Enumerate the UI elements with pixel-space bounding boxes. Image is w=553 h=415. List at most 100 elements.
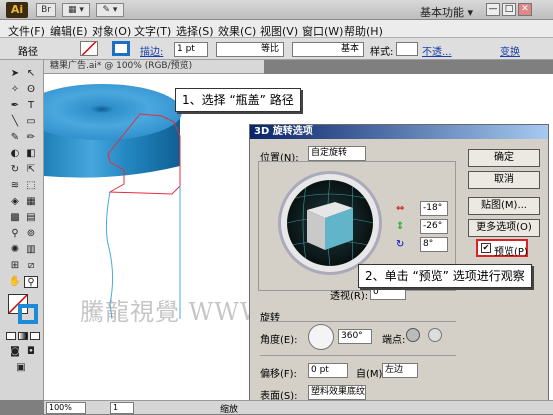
control-bar: 路径 描边: 1 pt 等比 基本 样式: 不透... 变换 xyxy=(0,38,553,60)
blend-tool-icon[interactable]: ⊚ xyxy=(24,228,38,240)
zoom-field[interactable]: 100% xyxy=(46,402,86,414)
revolve-divider xyxy=(260,321,456,322)
none-mode-icon[interactable] xyxy=(30,332,40,340)
magic-wand-tool-icon[interactable]: ✧ xyxy=(8,84,22,96)
cancel-button[interactable]: 取消 xyxy=(468,171,540,189)
color-mode-icon[interactable] xyxy=(6,332,16,340)
x-rotation-field[interactable]: -18° xyxy=(420,201,448,216)
angle-label: 角度(E): xyxy=(260,335,298,346)
line-tool-icon[interactable]: ╲ xyxy=(8,116,22,128)
step2-callout: 2、单击 “预览” 选项进行观察 xyxy=(358,264,532,288)
position-select[interactable]: 自定旋转 xyxy=(308,146,366,161)
selection-tool-icon[interactable]: ➤ xyxy=(8,68,22,80)
stroke-swatch[interactable] xyxy=(112,41,130,56)
y-rotation-field[interactable]: -26° xyxy=(420,219,448,234)
symbol-sprayer-tool-icon[interactable]: ✺ xyxy=(8,244,22,256)
slice-tool-icon[interactable]: ⧄ xyxy=(24,260,38,272)
status-label: 缩放 xyxy=(220,405,239,415)
graphic-style-swatch[interactable] xyxy=(396,42,418,56)
column-graph-tool-icon[interactable]: ▥ xyxy=(24,244,38,256)
brush-definition[interactable]: 基本 xyxy=(292,42,364,57)
dialog-title: 3D 旋转选项 xyxy=(250,125,548,139)
artboard-number-field[interactable]: 1 xyxy=(110,402,134,414)
free-transform-tool-icon[interactable]: ⬚ xyxy=(24,180,38,192)
maximize-button[interactable]: □ xyxy=(502,3,516,16)
menu-effect[interactable]: 效果(C) xyxy=(218,23,256,39)
cap-label: 端点: xyxy=(382,335,406,346)
preview-checkbox[interactable]: ✔ 预览(P) xyxy=(476,239,528,258)
screen-mode-icon[interactable]: ▣ xyxy=(14,362,28,374)
map-button[interactable]: 贴图(M)... xyxy=(468,197,540,215)
menu-select[interactable]: 选择(S) xyxy=(176,23,214,39)
paintbrush-tool-icon[interactable]: ✎ xyxy=(8,132,22,144)
pencil-tool-icon[interactable]: ✏ xyxy=(24,132,38,144)
arrange-documents-button[interactable]: ▦ ▾ xyxy=(62,3,90,17)
z-axis-rotate-icon: ↻ xyxy=(396,239,405,250)
preview-check-icon: ✔ xyxy=(481,243,491,253)
minimize-button[interactable]: — xyxy=(486,3,500,16)
y-axis-rotate-icon: ⇕ xyxy=(396,221,405,232)
draw-behind-icon[interactable]: ◘ xyxy=(24,346,38,358)
x-axis-rotate-icon: ⇔ xyxy=(396,203,405,214)
menu-help[interactable]: 帮助(H) xyxy=(344,23,383,39)
stroke-link[interactable]: 描边: xyxy=(140,43,163,58)
eyedropper-tool-icon[interactable]: ⚲ xyxy=(8,228,22,240)
offset-field[interactable]: 0 pt xyxy=(308,363,348,378)
zoom-tool-icon[interactable]: ⚲ xyxy=(24,276,38,288)
gradient-mode-icon[interactable] xyxy=(18,332,28,340)
shape-builder-tool-icon[interactable]: ◈ xyxy=(8,196,22,208)
eraser-tool-icon[interactable]: ◧ xyxy=(24,148,38,160)
ok-button[interactable]: 确定 xyxy=(468,149,540,167)
illustrator-logo: Ai xyxy=(6,2,28,18)
draw-normal-icon[interactable]: ◙ xyxy=(8,346,22,358)
surface-select[interactable]: 塑料效果底纹 xyxy=(308,385,366,400)
artboard-tool-icon[interactable]: ⊞ xyxy=(8,260,22,272)
blob-brush-tool-icon[interactable]: ◐ xyxy=(8,148,22,160)
gradient-tool-icon[interactable]: ▤ xyxy=(24,212,38,224)
z-rotation-field[interactable]: 8° xyxy=(420,237,448,252)
perspective-grid-tool-icon[interactable]: ▦ xyxy=(24,196,38,208)
fill-swatch[interactable] xyxy=(80,41,98,56)
cap-on-icon[interactable] xyxy=(406,328,420,342)
variable-width-profile[interactable]: 等比 xyxy=(216,42,284,57)
step1-callout: 1、选择 “瓶盖” 路径 xyxy=(175,88,301,112)
warp-tool-icon[interactable]: ≋ xyxy=(8,180,22,192)
rotate-tool-icon[interactable]: ↻ xyxy=(8,164,22,176)
menu-file[interactable]: 文件(F) xyxy=(8,23,45,39)
mesh-tool-icon[interactable]: ▩ xyxy=(8,212,22,224)
stroke-weight-field[interactable]: 1 pt xyxy=(174,42,208,57)
style-label: 样式: xyxy=(370,47,394,58)
angle-dial[interactable] xyxy=(308,324,334,350)
document-tab[interactable]: 糖果广告.ai* @ 100% (RGB/预览) xyxy=(44,60,264,74)
opacity-link[interactable]: 不透... xyxy=(422,43,452,58)
pen-tool-icon[interactable]: ✒ xyxy=(8,100,22,112)
scale-tool-icon[interactable]: ⇱ xyxy=(24,164,38,176)
rotation-trackball[interactable] xyxy=(278,171,382,275)
bridge-button[interactable]: Br xyxy=(36,3,56,17)
type-tool-icon[interactable]: T xyxy=(24,100,38,112)
cap-off-icon[interactable] xyxy=(428,328,442,342)
workspace-switcher[interactable]: 基本功能 ▾ xyxy=(420,4,473,20)
menu-type[interactable]: 文字(T) xyxy=(134,23,171,39)
menu-window[interactable]: 窗口(W) xyxy=(302,23,343,39)
preview-label: 预览(P) xyxy=(494,247,528,258)
offset-side-select[interactable]: 左边 xyxy=(382,363,418,378)
arrange-tools-button[interactable]: ✎ ▾ xyxy=(96,3,124,17)
transform-link[interactable]: 变换 xyxy=(500,43,520,58)
close-button[interactable]: ✕ xyxy=(518,3,532,16)
stroke-color-box[interactable] xyxy=(18,304,38,324)
menu-view[interactable]: 视图(V) xyxy=(260,23,298,39)
offset-from-label: 自(M) xyxy=(356,369,383,380)
tools-panel: ➤ ↖ ✧ ʘ ✒ T ╲ ▭ ✎ ✏ ◐ ◧ ↻ ⇱ ≋ ⬚ ◈ ▦ ▩ ▤ … xyxy=(0,60,44,400)
direct-selection-tool-icon[interactable]: ↖ xyxy=(24,68,38,80)
rectangle-tool-icon[interactable]: ▭ xyxy=(24,116,38,128)
lasso-tool-icon[interactable]: ʘ xyxy=(24,84,38,96)
menu-edit[interactable]: 编辑(E) xyxy=(50,23,88,39)
hand-tool-icon[interactable]: ✋ xyxy=(8,276,22,288)
menu-object[interactable]: 对象(O) xyxy=(92,23,131,39)
menu-bar: 文件(F) 编辑(E) 对象(O) 文字(T) 选择(S) 效果(C) 视图(V… xyxy=(0,20,553,38)
more-options-button[interactable]: 更多选项(O) xyxy=(468,219,540,237)
angle-field[interactable]: 360° xyxy=(338,329,372,344)
application-bar: Ai Br ▦ ▾ ✎ ▾ 基本功能 ▾ — □ ✕ xyxy=(0,0,553,20)
trackball-sphere xyxy=(287,180,373,266)
